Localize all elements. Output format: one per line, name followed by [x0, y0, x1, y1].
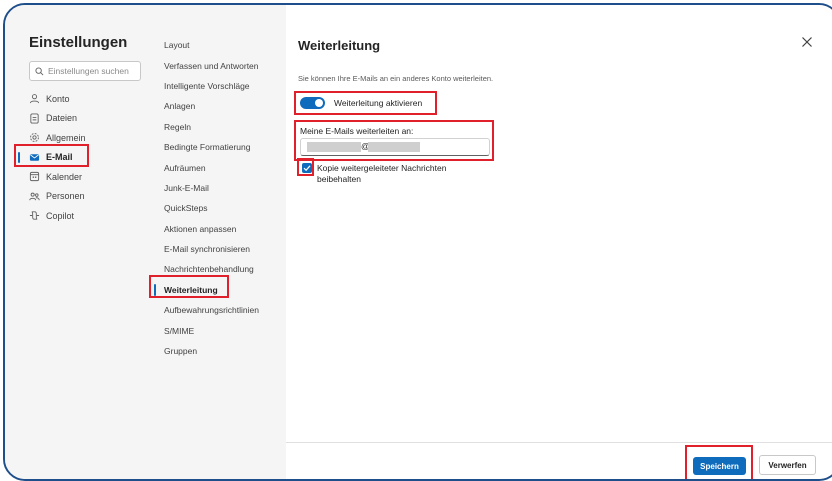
gear-icon — [29, 132, 40, 143]
subnav-item-label: Junk-E-Mail — [164, 182, 209, 193]
settings-sidebar: Einstellungen Konto Dateien — [5, 5, 145, 479]
sidebar-item-personen[interactable]: Personen — [29, 187, 139, 207]
settings-search-box[interactable] — [29, 61, 141, 81]
close-button[interactable] — [796, 31, 818, 53]
subnav-item-regeln[interactable]: Regeln — [164, 117, 289, 137]
sidebar-item-konto[interactable]: Konto — [29, 89, 139, 109]
highlight-box-save — [685, 445, 753, 479]
sidebar-item-copilot[interactable]: Copilot — [29, 206, 139, 226]
sidebar-item-label: Personen — [46, 191, 85, 202]
subnav-item-label: Verfassen und Antworten — [164, 60, 259, 71]
people-icon — [29, 191, 40, 202]
sidebar-item-label: Kalender — [46, 171, 83, 182]
sidebar-item-kalender[interactable]: Kalender — [29, 167, 139, 187]
sidebar-item-label: Copilot — [46, 210, 75, 221]
subnav-item-junk-e-mail[interactable]: Junk-E-Mail — [164, 178, 289, 198]
sidebar-item-label: Allgemein — [46, 132, 86, 143]
subnav-item-aufraeumen[interactable]: Aufräumen — [164, 157, 289, 177]
highlight-box-weiterleitung — [149, 275, 229, 298]
person-icon — [29, 93, 40, 104]
subnav-item-layout[interactable]: Layout — [164, 35, 289, 55]
settings-window: Einstellungen Konto Dateien — [3, 3, 832, 481]
subnav-list: Layout Verfassen und Antworten Intellige… — [154, 35, 289, 361]
file-icon — [29, 113, 40, 124]
highlight-box-toggle — [294, 91, 437, 115]
subnav-item-aktionen-anpassen[interactable]: Aktionen anpassen — [164, 219, 289, 239]
calendar-icon — [29, 171, 40, 182]
page-title: Einstellungen — [29, 34, 128, 51]
subnav-item-label: Intelligente Vorschläge — [164, 80, 250, 91]
sidebar-item-label: Dateien — [46, 113, 78, 124]
subnav-item-label: Gruppen — [164, 346, 198, 357]
subnav-item-label: Regeln — [164, 121, 191, 132]
highlight-box-email-field — [294, 120, 494, 161]
keep-copy-label: Kopie weitergeleiteter Nachrichten beibe… — [317, 163, 447, 184]
subnav-item-e-mail-synchronisieren[interactable]: E-Mail synchronisieren — [164, 239, 289, 259]
subnav-item-label: S/MIME — [164, 325, 195, 336]
subnav-item-anlagen[interactable]: Anlagen — [164, 96, 289, 116]
subnav-item-label: Layout — [164, 40, 190, 51]
subnav-item-label: Aktionen anpassen — [164, 223, 237, 234]
subnav-item-label: Nachrichtenbehandlung — [164, 264, 254, 275]
discard-button[interactable]: Verwerfen — [759, 455, 816, 475]
subnav-item-label: Aufbewahrungsrichtlinien — [164, 305, 259, 316]
sidebar-item-dateien[interactable]: Dateien — [29, 109, 139, 129]
panel-title: Weiterleitung — [298, 38, 381, 53]
email-settings-subnav: Layout Verfassen und Antworten Intellige… — [145, 5, 285, 479]
subnav-item-label: Anlagen — [164, 101, 196, 112]
subnav-item-label: Aufräumen — [164, 162, 206, 173]
subnav-item-quicksteps[interactable]: QuickSteps — [164, 198, 289, 218]
sidebar-item-label: Konto — [46, 93, 70, 104]
copilot-icon — [29, 210, 40, 221]
forwarding-panel: Weiterleitung Sie können Ihre E-Mails an… — [286, 5, 832, 479]
subnav-item-bedingte-formatierung[interactable]: Bedingte Formatierung — [164, 137, 289, 157]
highlight-box-email — [14, 144, 89, 167]
subnav-item-label: QuickSteps — [164, 203, 208, 214]
close-icon — [801, 36, 813, 48]
subnav-item-smime[interactable]: S/MIME — [164, 320, 289, 340]
forwarding-description: Sie können Ihre E-Mails an ein anderes K… — [298, 74, 494, 83]
search-input[interactable] — [44, 66, 140, 76]
subnav-item-verfassen-und-antworten[interactable]: Verfassen und Antworten — [164, 55, 289, 75]
subnav-item-gruppen[interactable]: Gruppen — [164, 341, 289, 361]
highlight-box-checkbox — [297, 158, 314, 176]
footer-divider — [286, 442, 832, 443]
subnav-item-aufbewahrungsrichtlinien[interactable]: Aufbewahrungsrichtlinien — [164, 300, 289, 320]
subnav-item-label: E-Mail synchronisieren — [164, 244, 250, 255]
subnav-item-intelligente-vorschlaege[interactable]: Intelligente Vorschläge — [164, 76, 289, 96]
search-icon — [35, 66, 44, 76]
subnav-item-label: Bedingte Formatierung — [164, 142, 251, 153]
